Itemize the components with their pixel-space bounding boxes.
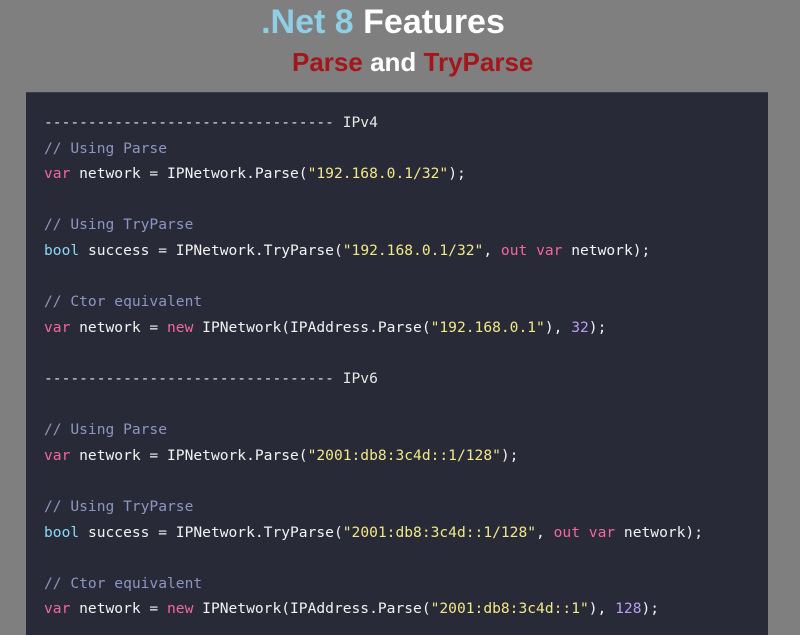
string-literal: "192.168.0.1/32" <box>342 241 484 259</box>
number-literal: 32 <box>571 318 589 336</box>
string-literal: "2001:db8:3c4d::1" <box>430 600 589 618</box>
ipv6-ctor-line: var network = new IPNetwork(IPAddress.Pa… <box>44 600 659 617</box>
code-text: , <box>483 241 501 259</box>
string-literal: "2001:db8:3c4d::1/128" <box>307 446 501 464</box>
subtitle-and: and <box>362 47 424 77</box>
ipv4-parse-line: var network = IPNetwork.Parse("192.168.0… <box>44 165 466 182</box>
code-text: ), <box>588 600 616 618</box>
string-literal: "192.168.0.1/32" <box>307 165 449 183</box>
keyword: new <box>167 600 194 618</box>
code-text: network); <box>562 241 651 259</box>
string-literal: "2001:db8:3c4d::1/128" <box>342 523 537 541</box>
page-title: .Net 8 Features <box>0 2 766 42</box>
keyword: var <box>44 165 71 183</box>
title-rest: Features <box>353 3 505 41</box>
keyword: var <box>44 446 71 464</box>
ipv6-parse-comment: // Using Parse <box>44 421 168 439</box>
subtitle-tryparse: TryParse <box>423 47 534 77</box>
ipv6-tryparse-comment: // Using TryParse <box>44 497 194 515</box>
code-text: ); <box>588 318 607 336</box>
type-keyword: bool <box>44 523 80 541</box>
ipv4-ctor-comment: // Ctor equivalent <box>44 293 203 311</box>
title-accent: .Net 8 <box>261 3 354 41</box>
ipv6-parse-line: var network = IPNetwork.Parse("2001:db8:… <box>44 447 518 464</box>
ipv4-tryparse-line: bool success = IPNetwork.TryParse("192.1… <box>44 242 650 259</box>
subtitle-parse: Parse <box>292 47 363 77</box>
code-text: ); <box>448 165 466 183</box>
code-text: network = IPNetwork.Parse( <box>70 165 308 183</box>
code-text: ); <box>500 446 519 464</box>
string-literal: "192.168.0.1" <box>430 318 545 336</box>
code-text: network = <box>70 318 168 336</box>
number-literal: 128 <box>615 600 642 618</box>
keyword: var <box>44 318 71 336</box>
keyword: var <box>588 523 616 541</box>
code-text: IPNetwork(IPAddress.Parse( <box>193 318 431 336</box>
ipv6-separator: --------------------------------- IPv6 <box>44 369 378 387</box>
ipv4-separator: --------------------------------- IPv4 <box>44 114 378 131</box>
code-text: network = <box>70 600 168 618</box>
code-text: ), <box>544 318 572 336</box>
keyword: out <box>553 523 580 541</box>
code-text: IPNetwork(IPAddress.Parse( <box>193 600 431 618</box>
ipv4-parse-comment: // Using Parse <box>44 139 168 157</box>
code-text: ); <box>641 600 660 618</box>
ipv6-tryparse-line: bool success = IPNetwork.TryParse("2001:… <box>44 524 703 541</box>
ipv4-tryparse-comment: // Using TryParse <box>44 216 194 234</box>
keyword: var <box>44 600 71 618</box>
keyword: out <box>500 241 528 259</box>
code-text: network); <box>615 523 704 541</box>
code-block: --------------------------------- IPv4 /… <box>44 110 703 622</box>
ipv6-ctor-comment: // Ctor equivalent <box>44 574 203 592</box>
code-text: network = IPNetwork.Parse( <box>70 446 308 464</box>
code-text: success = IPNetwork.TryParse( <box>79 523 343 541</box>
keyword: new <box>167 318 194 336</box>
ipv4-ctor-line: var network = new IPNetwork(IPAddress.Pa… <box>44 319 606 336</box>
page-subtitle: Parse and TryParse <box>292 44 533 80</box>
type-keyword: bool <box>44 241 80 259</box>
keyword: var <box>536 241 563 259</box>
code-panel: --------------------------------- IPv4 /… <box>26 92 768 635</box>
code-text: , <box>536 523 554 541</box>
code-text: success = IPNetwork.TryParse( <box>79 241 343 259</box>
